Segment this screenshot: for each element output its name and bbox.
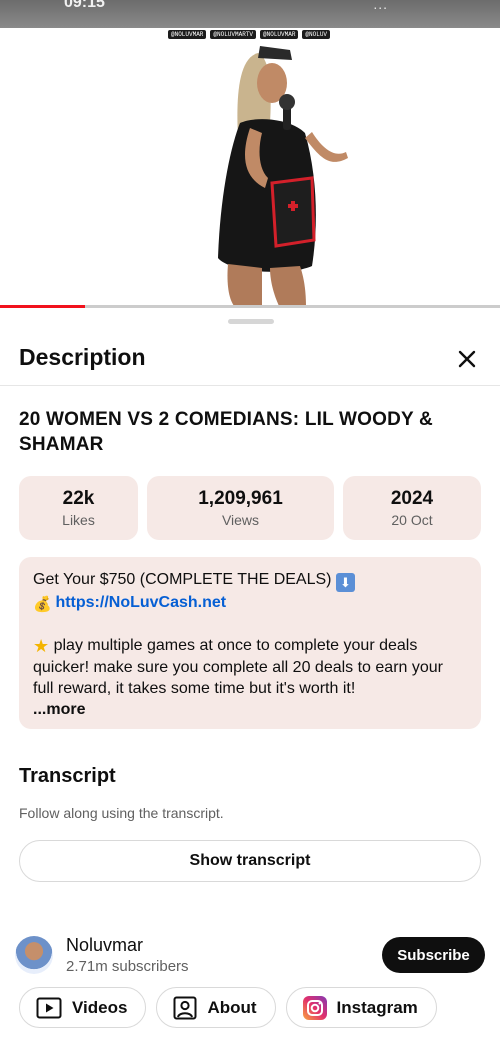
video-progress-fill (0, 305, 85, 308)
date-label: 20 Oct (391, 512, 433, 528)
description-line1: Get Your $750 (COMPLETE THE DEALS) ⬇ (33, 569, 467, 592)
about-chip[interactable]: About (156, 987, 276, 1028)
more-link[interactable]: ...more (33, 699, 467, 720)
video-progress-bar[interactable] (0, 305, 500, 308)
likes-label: Likes (62, 512, 95, 528)
year-value: 2024 (390, 488, 434, 509)
description-link[interactable]: https://NoLuvCash.net (55, 594, 226, 611)
videos-chip-label: Videos (72, 997, 128, 1017)
description-link-line: 💰 https://NoLuvCash.net (33, 592, 467, 614)
about-chip-label: About (207, 997, 257, 1017)
likes-count: 22k (62, 488, 95, 509)
video-player[interactable]: @NOLUVMAR @NOLUVMARTV @NOLUVMAR @NOLUV (0, 28, 500, 308)
signal-icon: ... (373, 0, 388, 12)
close-icon (458, 350, 476, 368)
money-bag-icon: 💰 (33, 596, 52, 613)
channel-subscribers: 2.71m subscribers (66, 958, 189, 975)
sheet-divider (0, 385, 500, 386)
transcript-subtitle: Follow along using the transcript. (19, 805, 224, 821)
description-line1-text: Get Your $750 (COMPLETE THE DEALS) (33, 571, 332, 588)
description-box[interactable]: Get Your $750 (COMPLETE THE DEALS) ⬇ 💰 h… (19, 557, 481, 729)
video-frame-figure (218, 46, 348, 308)
status-time: 09:15 (64, 0, 105, 11)
date-stat[interactable]: 2024 20 Oct (343, 476, 481, 540)
videos-chip[interactable]: Videos (19, 987, 147, 1028)
status-bar: 09:15 ... (0, 0, 500, 28)
instagram-icon (302, 995, 327, 1020)
avatar[interactable] (15, 936, 53, 974)
subscribe-button[interactable]: Subscribe (382, 937, 485, 973)
sheet-title: Description (19, 344, 146, 370)
views-label: Views (221, 512, 260, 528)
channel-name[interactable]: Noluvmar (66, 935, 143, 956)
show-transcript-button[interactable]: Show transcript (19, 840, 481, 882)
stats-row: 22k Likes 1,209,961 Views 2024 20 Oct (19, 476, 481, 540)
play-box-icon (36, 997, 62, 1018)
close-button[interactable] (452, 344, 482, 374)
description-paragraph-text: play multiple games at once to complete … (33, 637, 443, 697)
description-paragraph: ★ play multiple games at once to complet… (33, 635, 467, 699)
instagram-chip[interactable]: Instagram (285, 987, 437, 1028)
person-box-icon (173, 996, 197, 1019)
channel-chips: Videos About Instagram (19, 987, 437, 1028)
likes-stat[interactable]: 22k Likes (19, 476, 138, 540)
down-arrow-icon: ⬇ (335, 573, 355, 592)
star-icon: ★ (33, 636, 50, 656)
views-stat[interactable]: 1,209,961 Views (147, 476, 334, 540)
instagram-chip-label: Instagram (336, 997, 418, 1017)
video-title: 20 WOMEN VS 2 COMEDIANS: LIL WOODY & SHA… (19, 409, 433, 455)
sheet-drag-handle[interactable] (228, 319, 274, 324)
views-count: 1,209,961 (198, 488, 283, 509)
transcript-title: Transcript (19, 765, 116, 787)
description-sheet: Description 20 WOMEN VS 2 COMEDIANS: LIL… (0, 310, 500, 1043)
